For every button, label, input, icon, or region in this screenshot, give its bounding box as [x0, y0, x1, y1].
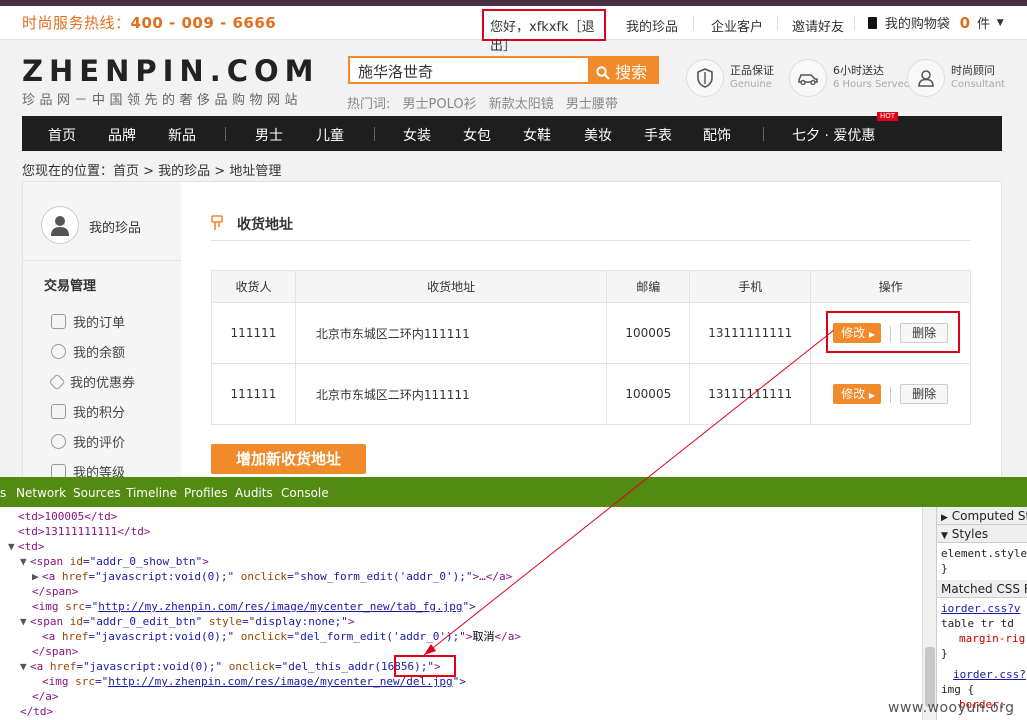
annotation-arrow — [423, 329, 835, 656]
watermark: www.wooyun.org — [888, 700, 1015, 716]
